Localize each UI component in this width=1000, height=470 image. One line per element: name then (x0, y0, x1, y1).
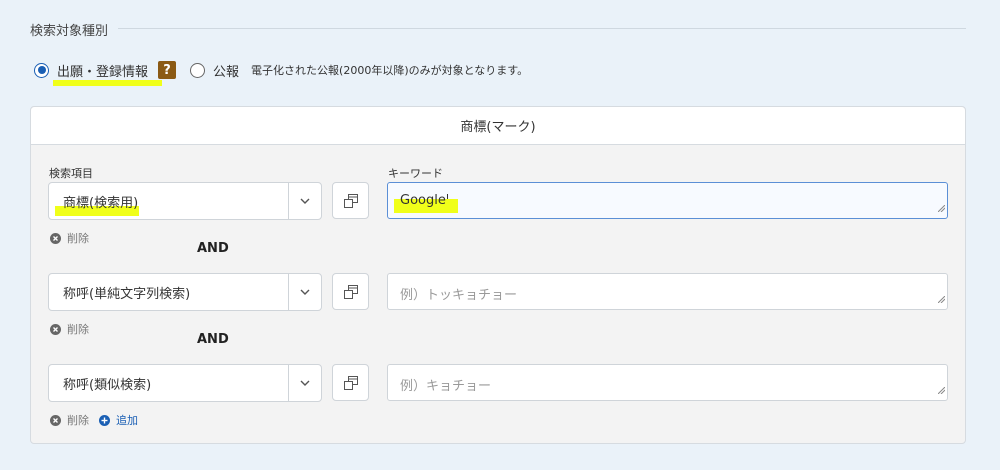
resize-grip-icon[interactable] (937, 201, 946, 216)
help-icon[interactable]: ? (158, 61, 177, 79)
keyword-input-3-placeholder: 例）キョチョー (400, 379, 492, 394)
copy-icon[interactable] (332, 364, 369, 401)
add-icon (99, 414, 110, 426)
delete-icon (50, 323, 61, 335)
delete-icon (50, 232, 61, 244)
search-item-select-2-value: 称呼(単純文字列検索) (63, 286, 191, 302)
radio-gazette[interactable] (190, 62, 206, 78)
radio-gazette-label[interactable]: 公報 (213, 61, 239, 80)
delete-button-1[interactable]: 削除 (50, 230, 89, 246)
search-target-radio-group: 出願・登録情報 ? 公報 電子化された公報(2000年以降)のみが対象となります… (34, 58, 529, 86)
operator-and-1: AND (197, 241, 229, 256)
radio-application-registration-label[interactable]: 出願・登録情報 (53, 61, 163, 86)
search-item-select-3[interactable]: 称呼(類似検索) (48, 364, 322, 402)
search-item-select-2[interactable]: 称呼(単純文字列検索) (48, 273, 322, 311)
highlight-mark (53, 79, 163, 86)
chevron-down-icon[interactable] (288, 365, 321, 401)
radio-application-registration[interactable] (34, 62, 49, 78)
add-condition-button[interactable]: 追加 (99, 412, 138, 428)
keyword-label: キーワード (388, 167, 443, 180)
keyword-input-2-placeholder: 例）トッキョチョー (400, 288, 518, 303)
search-item-select-1-value: 商標(検索用) (63, 195, 139, 211)
copy-icon[interactable] (332, 182, 369, 219)
delete-button-3[interactable]: 削除 (50, 412, 89, 428)
search-item-label: 検索項目 (49, 167, 93, 180)
keyword-input-3[interactable]: 例）キョチョー (387, 364, 948, 401)
section-title: 検索対象種別 (30, 24, 109, 39)
resize-grip-icon[interactable] (937, 383, 946, 398)
delete-button-2[interactable]: 削除 (50, 321, 89, 337)
gazette-note: 電子化された公報(2000年以降)のみが対象となります。 (251, 64, 529, 77)
delete-icon (50, 414, 61, 426)
keyword-input-2[interactable]: 例）トッキョチョー (387, 273, 948, 310)
card-title: 商標(マーク) (31, 107, 965, 145)
chevron-down-icon[interactable] (288, 183, 321, 219)
section-divider (118, 28, 966, 29)
copy-icon[interactable] (332, 273, 369, 310)
trademark-search-card: 商標(マーク) 検索項目 キーワード 商標(検索用) Google 削除 AND… (30, 106, 966, 444)
chevron-down-icon[interactable] (288, 274, 321, 310)
operator-and-2: AND (197, 332, 229, 347)
search-item-select-1[interactable]: 商標(検索用) (48, 182, 322, 220)
search-item-select-3-value: 称呼(類似検索) (63, 377, 152, 393)
keyword-input-1[interactable]: Google (387, 182, 948, 219)
resize-grip-icon[interactable] (937, 292, 946, 307)
